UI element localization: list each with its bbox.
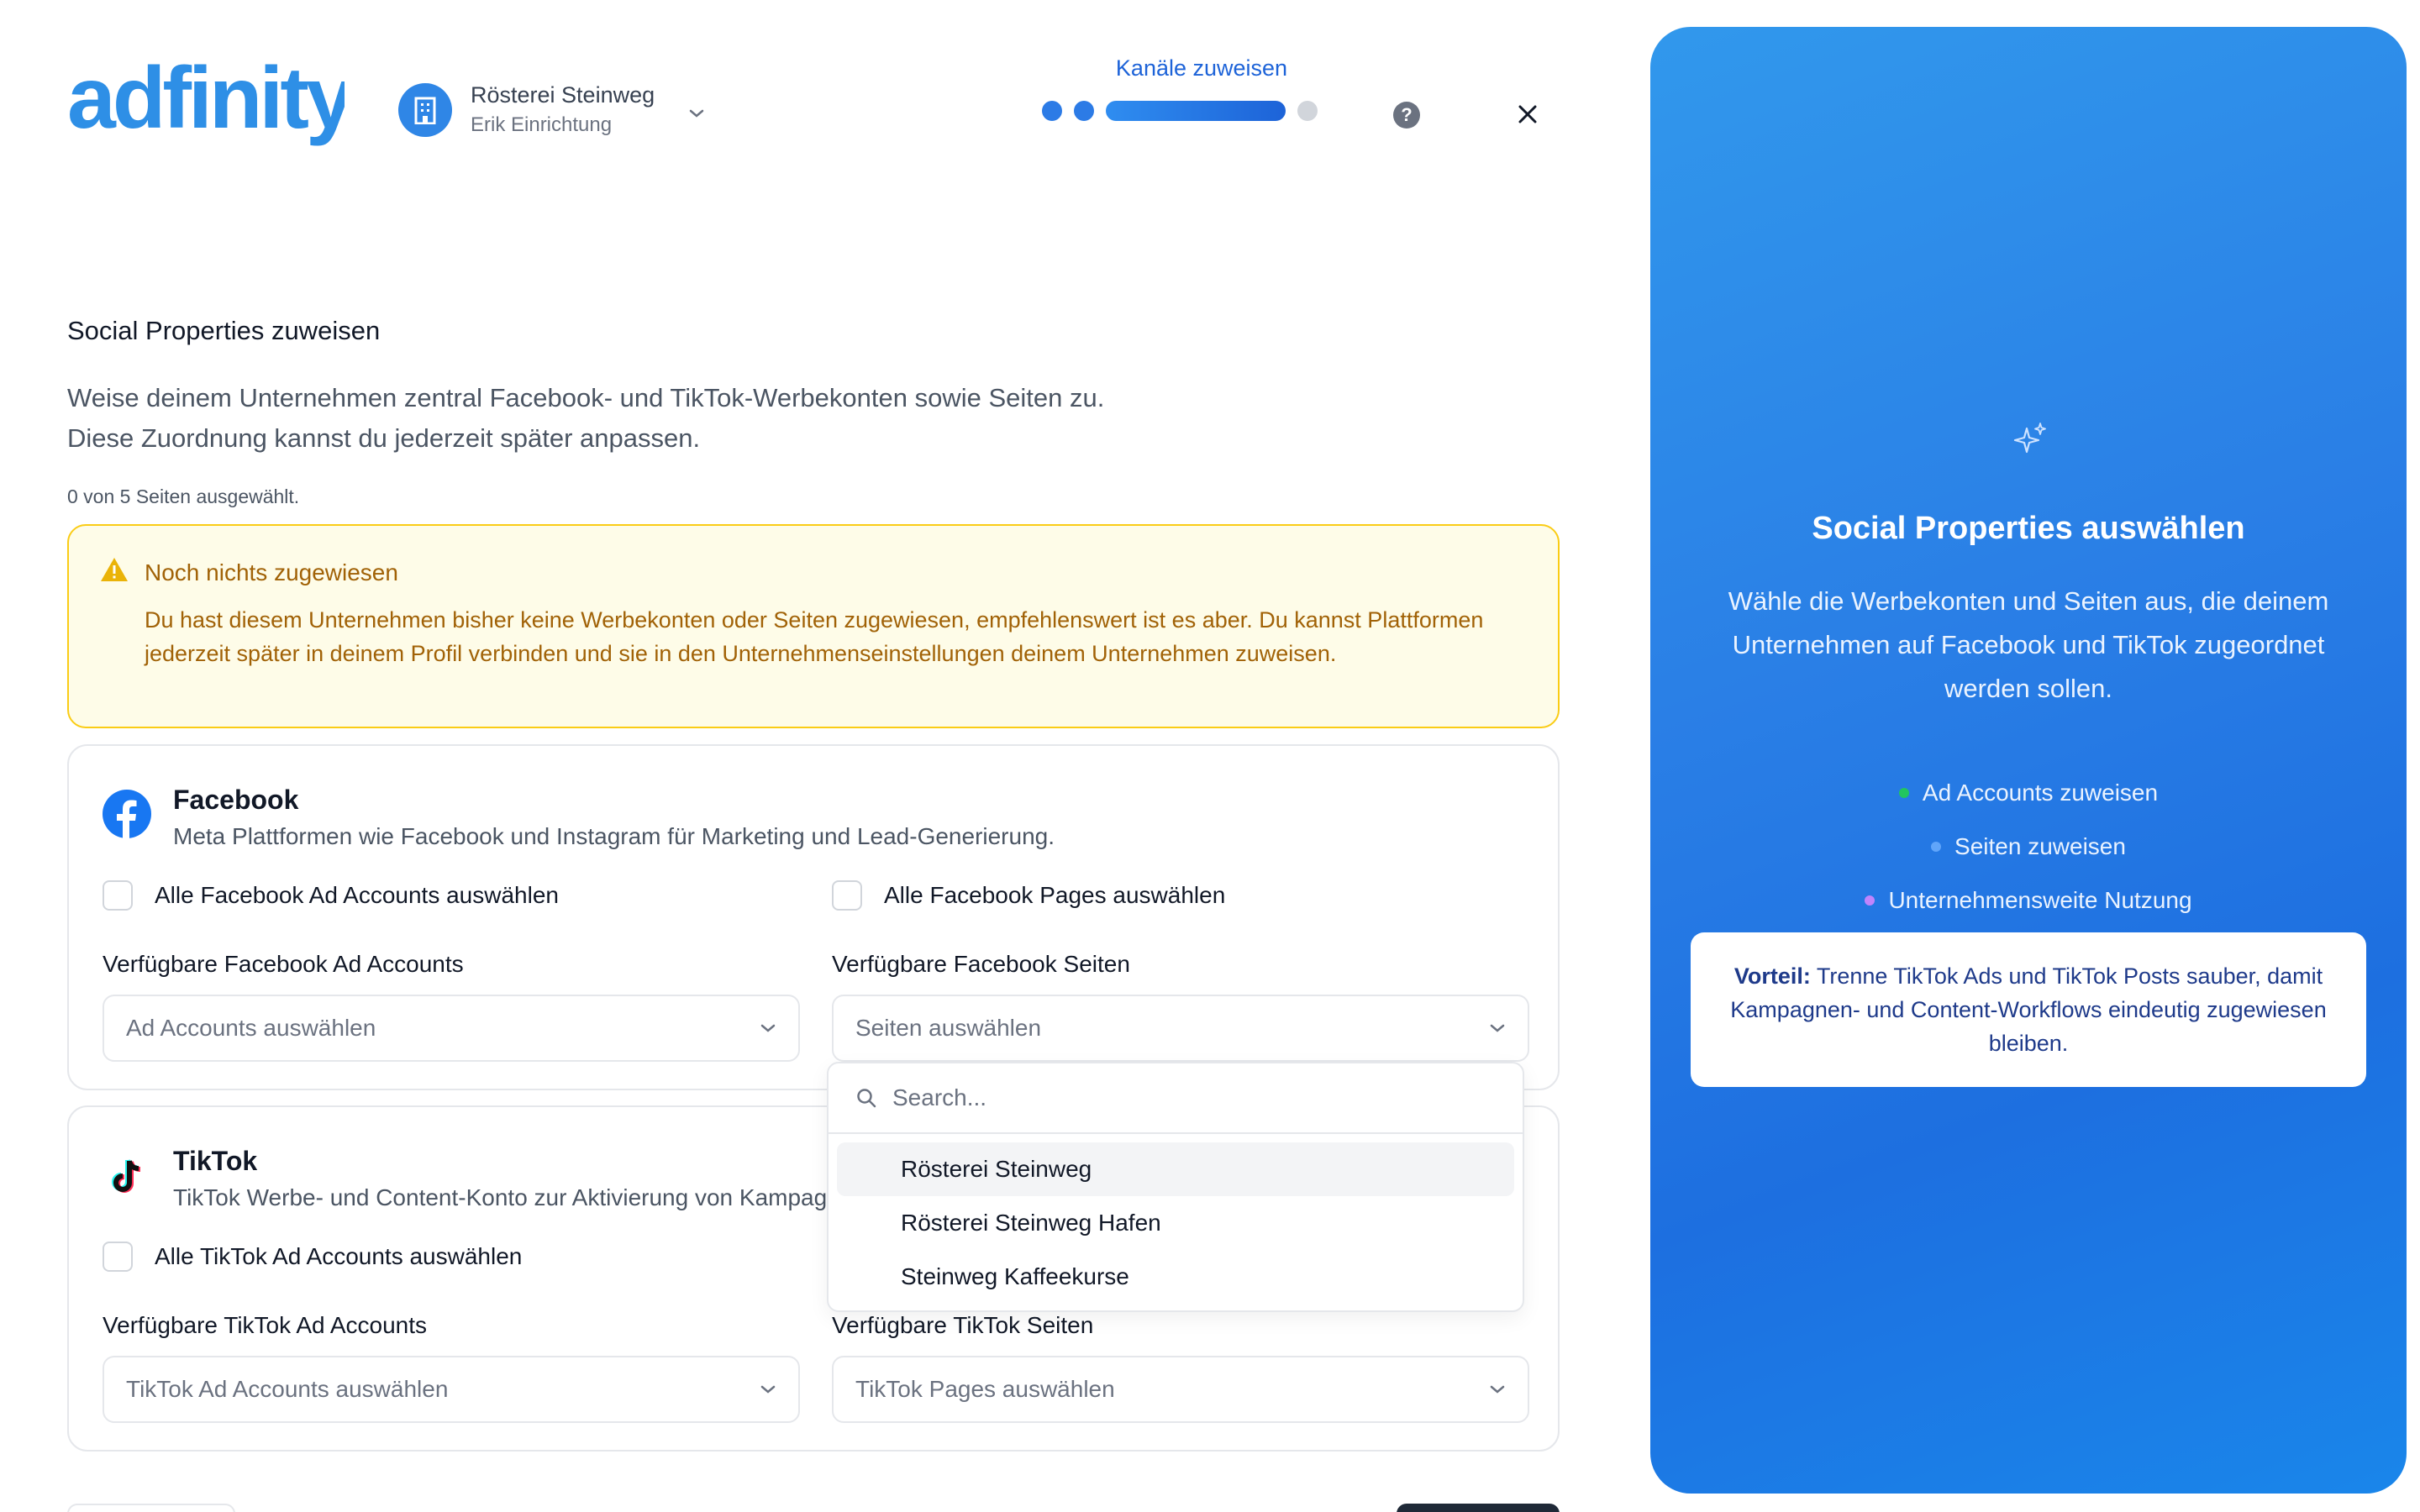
warning-icon <box>101 558 128 581</box>
tiktok-ads-label: Verfügbare TikTok Ad Accounts <box>103 1312 428 1338</box>
info-panel: Social Properties auswählen Wähle die We… <box>1650 27 2407 1494</box>
building-icon <box>398 82 452 137</box>
description-line-2: Diese Zuordnung kannst du jederzeit spät… <box>67 423 701 453</box>
bullet-dot <box>1865 895 1876 906</box>
benefit-label: Vorteil: <box>1733 963 1811 989</box>
bullet-label: Unternehmensweite Nutzung <box>1888 887 2192 913</box>
description-line-1: Weise deinem Unternehmen zentral Faceboo… <box>67 383 1105 412</box>
bullet-dot <box>1931 842 1942 852</box>
chevron-down-icon <box>1490 1385 1505 1394</box>
step-dot-4 <box>1297 101 1318 121</box>
panel-bullet: Seiten zuweisen <box>1650 820 2407 874</box>
tiktok-pages-select[interactable]: TikTok Pages auswählen <box>832 1356 1529 1423</box>
chevron-down-icon <box>1490 1024 1505 1032</box>
facebook-select-all-pages[interactable]: Alle Facebook Pages auswählen <box>832 880 1225 911</box>
back-button[interactable] <box>67 1504 235 1512</box>
bullet-dot <box>1898 788 1909 798</box>
facebook-select-all-ads[interactable]: Alle Facebook Ad Accounts auswählen <box>103 880 559 911</box>
search-input[interactable] <box>892 1084 1464 1111</box>
panel-bullet: Unternehmensweite Nutzung <box>1650 874 2407 927</box>
facebook-card: Facebook Meta Plattformen wie Facebook u… <box>67 744 1560 1090</box>
checkbox-label: Alle Facebook Pages auswählen <box>884 882 1226 908</box>
checkbox[interactable] <box>832 880 862 911</box>
facebook-ads-select[interactable]: Ad Accounts auswählen <box>103 995 800 1062</box>
select-placeholder: Ad Accounts auswählen <box>126 1015 376 1041</box>
facebook-pages-label: Verfügbare Facebook Seiten <box>832 951 1130 977</box>
checkbox-label: Alle Facebook Ad Accounts auswählen <box>155 882 559 908</box>
chevron-down-icon <box>760 1024 776 1032</box>
checkbox-label: Alle TikTok Ad Accounts auswählen <box>155 1243 523 1269</box>
chevron-down-icon <box>760 1385 776 1394</box>
step-dot-1 <box>1042 101 1062 121</box>
facebook-icon <box>103 790 151 838</box>
stepper <box>1042 101 1318 121</box>
panel-text: Wähle die Werbekonten und Seiten aus, di… <box>1728 586 2329 703</box>
panel-bullets: Ad Accounts zuweisen Seiten zuweisen Unt… <box>1650 766 2407 927</box>
selection-count: 0 von 5 Seiten ausgewählt. <box>67 486 300 507</box>
tiktok-title: TikTok <box>173 1146 258 1176</box>
company-switcher[interactable]: Rösterei Steinweg Erik Einrichtung <box>398 82 705 137</box>
benefit-box: Vorteil: Trenne TikTok Ads und TikTok Po… <box>1691 932 2366 1087</box>
step-dot-2 <box>1074 101 1094 121</box>
page-description: Weise deinem Unternehmen zentral Faceboo… <box>67 378 1328 459</box>
panel-bullet: Ad Accounts zuweisen <box>1650 766 2407 820</box>
dropdown-option[interactable]: Rösterei Steinweg Hafen <box>837 1196 1514 1250</box>
checkbox[interactable] <box>103 880 133 911</box>
next-button[interactable] <box>1397 1504 1560 1512</box>
dropdown-option[interactable]: Rösterei Steinweg <box>837 1142 1514 1196</box>
tiktok-icon <box>112 1159 141 1193</box>
tiktok-select-all-ads[interactable]: Alle TikTok Ad Accounts auswählen <box>103 1242 522 1272</box>
select-placeholder: TikTok Pages auswählen <box>855 1376 1115 1402</box>
company-name: Rösterei Steinweg <box>471 82 655 108</box>
select-placeholder: Seiten auswählen <box>855 1015 1042 1041</box>
panel-title: Social Properties auswählen <box>1812 511 2245 546</box>
dropdown-search <box>829 1063 1523 1134</box>
tiktok-pages-label: Verfügbare TikTok Seiten <box>832 1312 1094 1338</box>
dropdown-option[interactable]: Steinweg Kaffeekurse <box>837 1250 1514 1304</box>
select-placeholder: TikTok Ad Accounts auswählen <box>126 1376 449 1402</box>
facebook-pages-dropdown: Rösterei Steinweg Rösterei Steinweg Hafe… <box>827 1062 1524 1312</box>
close-icon[interactable] <box>1512 99 1543 129</box>
alert-title: Noch nichts zugewiesen <box>145 559 398 585</box>
benefit-text: Trenne TikTok Ads und TikTok Posts saube… <box>1730 963 2327 1056</box>
search-icon <box>857 1089 876 1108</box>
facebook-title: Facebook <box>173 785 299 815</box>
bullet-label: Seiten zuweisen <box>1954 833 2126 859</box>
page-title: Social Properties zuweisen <box>67 316 381 345</box>
chevron-down-icon <box>689 109 704 118</box>
bullet-label: Ad Accounts zuweisen <box>1922 780 2159 806</box>
facebook-pages-select[interactable]: Seiten auswählen <box>832 995 1529 1062</box>
facebook-subtitle: Meta Plattformen wie Facebook und Instag… <box>173 823 1055 849</box>
step-current-bar <box>1106 101 1286 121</box>
alert-body: Du hast diesem Unternehmen bisher keine … <box>145 607 1484 666</box>
checkbox[interactable] <box>103 1242 133 1272</box>
tiktok-ads-select[interactable]: TikTok Ad Accounts auswählen <box>103 1356 800 1423</box>
dropdown-options: Rösterei Steinweg Rösterei Steinweg Hafe… <box>829 1134 1523 1312</box>
warning-alert: Noch nichts zugewiesen Du hast diesem Un… <box>67 524 1560 728</box>
adfinity-logo: adfinity <box>67 50 345 147</box>
logo-text: adfinity <box>67 50 345 147</box>
company-subtitle: Erik Einrichtung <box>471 113 613 136</box>
help-icon[interactable]: ? <box>1393 102 1420 129</box>
facebook-ads-label: Verfügbare Facebook Ad Accounts <box>103 951 464 977</box>
sparkle-icon <box>2013 423 2046 454</box>
tiktok-subtitle: TikTok Werbe- und Content-Konto zur Akti… <box>173 1184 873 1210</box>
stepper-title: Kanäle zuweisen <box>1115 55 1288 81</box>
